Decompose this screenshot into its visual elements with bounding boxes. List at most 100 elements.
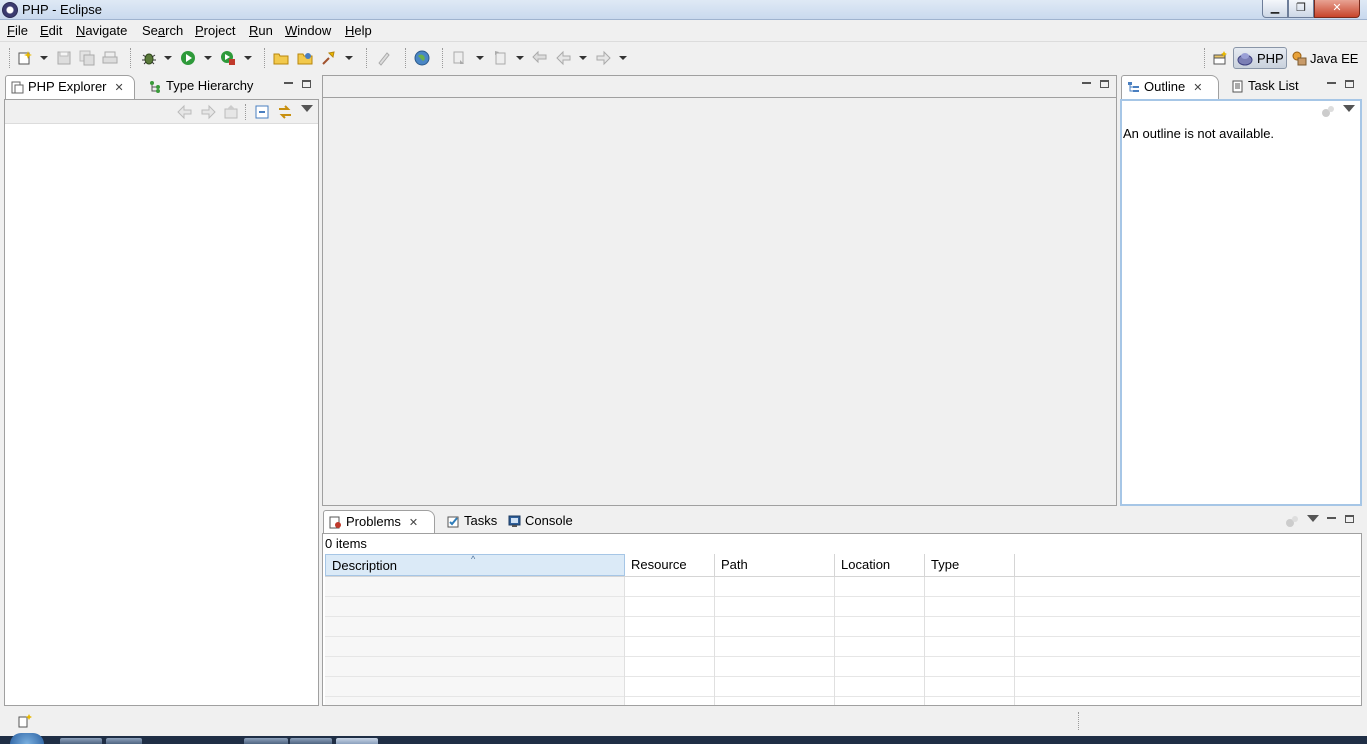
tab-problems[interactable]: Problems ✕ <box>323 510 435 534</box>
table-row <box>325 657 1360 677</box>
start-button[interactable] <box>10 733 44 744</box>
menu-edit[interactable]: Edit <box>40 23 62 38</box>
close-tab-icon[interactable]: ✕ <box>115 77 124 99</box>
menu-help[interactable]: Help <box>345 23 372 38</box>
run-icon[interactable] <box>180 50 196 66</box>
tab-type-hierarchy-label: Type Hierarchy <box>166 78 254 93</box>
new-dropdown-arrow[interactable] <box>40 56 48 60</box>
column-header-resource[interactable]: Resource <box>625 554 715 576</box>
taskbar-item-active[interactable] <box>336 738 378 744</box>
previous-annotation-icon[interactable] <box>492 50 508 66</box>
close-tab-icon[interactable]: ✕ <box>409 512 418 534</box>
menu-navigate[interactable]: Navigate <box>76 23 127 38</box>
back-icon[interactable] <box>556 50 572 66</box>
link-with-editor-icon[interactable] <box>277 104 293 120</box>
forward-dropdown-arrow[interactable] <box>619 56 627 60</box>
perspective-separator <box>1204 48 1205 68</box>
maximize-window-button[interactable]: ❐ <box>1288 0 1314 18</box>
minimize-view-icon[interactable] <box>284 82 293 84</box>
tab-console[interactable]: Console <box>503 510 577 534</box>
tab-outline[interactable]: Outline ✕ <box>1121 75 1219 99</box>
view-menu-icon[interactable] <box>1343 105 1355 112</box>
debug-dropdown-arrow[interactable] <box>164 56 172 60</box>
tab-task-list[interactable]: Task List <box>1226 75 1304 99</box>
fast-view-icon[interactable] <box>17 713 33 729</box>
focus-icon[interactable] <box>1285 514 1299 528</box>
open-perspective-icon[interactable] <box>1212 50 1228 66</box>
close-tab-icon[interactable]: ✕ <box>1193 77 1202 99</box>
taskbar-item[interactable] <box>244 738 288 744</box>
run-dropdown-arrow[interactable] <box>204 56 212 60</box>
minimize-editor-icon[interactable] <box>1082 82 1091 84</box>
external-tools-dropdown-arrow[interactable] <box>244 56 252 60</box>
maximize-view-icon[interactable] <box>302 80 311 88</box>
menu-project[interactable]: Project <box>195 23 235 38</box>
taskbar-item[interactable] <box>290 738 332 744</box>
tab-task-list-label: Task List <box>1248 78 1299 93</box>
taskbar-item[interactable] <box>60 738 102 744</box>
tab-tasks[interactable]: Tasks <box>442 510 502 534</box>
maximize-editor-icon[interactable] <box>1100 80 1109 88</box>
eclipse-logo-icon <box>2 2 18 18</box>
menu-window[interactable]: Window <box>285 23 331 38</box>
minimize-view-icon[interactable] <box>1327 82 1336 84</box>
open-resource-icon[interactable] <box>297 50 313 66</box>
browser-icon[interactable] <box>414 50 430 66</box>
php-explorer-panel <box>4 99 319 706</box>
back-nav-icon[interactable] <box>177 104 193 120</box>
toolbar-separator <box>366 48 367 68</box>
tab-php-explorer-label: PHP Explorer <box>28 79 107 94</box>
table-row <box>325 577 1360 597</box>
debug-icon[interactable] <box>141 50 157 66</box>
type-hierarchy-icon <box>150 81 160 93</box>
previous-annotation-dropdown-arrow[interactable] <box>516 56 524 60</box>
search-dropdown-arrow[interactable] <box>345 56 353 60</box>
menu-run[interactable]: Run <box>249 23 273 38</box>
column-header-location-label: Location <box>841 557 891 572</box>
maximize-view-icon[interactable] <box>1345 515 1354 523</box>
status-bar <box>0 707 1367 735</box>
perspective-php-label: PHP <box>1257 51 1284 66</box>
tasks-icon <box>447 516 459 528</box>
open-type-icon[interactable] <box>273 50 289 66</box>
php-perspective-icon <box>1237 53 1253 66</box>
column-header-path[interactable]: Path <box>715 554 835 576</box>
column-header-type[interactable]: Type <box>925 554 1015 576</box>
forward-nav-icon[interactable] <box>200 104 216 120</box>
view-menu-icon[interactable] <box>1307 515 1319 522</box>
tab-type-hierarchy[interactable]: Type Hierarchy <box>144 75 260 99</box>
last-edit-location-icon[interactable] <box>532 50 548 66</box>
save-all-icon[interactable] <box>79 50 95 66</box>
table-row <box>325 677 1360 697</box>
column-header-location[interactable]: Location <box>835 554 925 576</box>
minimize-window-button[interactable]: ▁ <box>1262 0 1288 18</box>
next-annotation-dropdown-arrow[interactable] <box>476 56 484 60</box>
status-separator <box>1078 712 1079 730</box>
column-divider <box>714 577 715 705</box>
toolbar-separator <box>264 48 265 68</box>
collapse-all-icon[interactable] <box>254 104 270 120</box>
save-icon[interactable] <box>56 50 72 66</box>
external-tools-icon[interactable] <box>220 50 236 66</box>
back-dropdown-arrow[interactable] <box>579 56 587 60</box>
close-window-button[interactable]: ✕ <box>1314 0 1360 18</box>
taskbar-item[interactable] <box>106 738 142 744</box>
next-annotation-icon[interactable] <box>452 50 468 66</box>
forward-icon[interactable] <box>595 50 611 66</box>
search-icon[interactable] <box>321 50 337 66</box>
view-menu-icon[interactable] <box>301 105 313 112</box>
editor-header-divider <box>323 97 1116 98</box>
print-icon[interactable] <box>102 50 118 66</box>
menu-search[interactable]: Search <box>142 23 183 38</box>
tab-php-explorer[interactable]: PHP Explorer ✕ <box>5 75 135 99</box>
toggle-mark-occurrences-icon[interactable] <box>376 50 392 66</box>
maximize-view-icon[interactable] <box>1345 80 1354 88</box>
outline-icon <box>1128 82 1139 92</box>
toolbar-separator <box>130 48 131 68</box>
focus-icon[interactable] <box>1321 104 1335 118</box>
column-divider <box>624 577 625 705</box>
up-nav-icon[interactable] <box>223 104 239 120</box>
minimize-view-icon[interactable] <box>1327 517 1336 519</box>
new-wizard-icon[interactable] <box>17 50 33 66</box>
menu-file[interactable]: File <box>7 23 28 38</box>
